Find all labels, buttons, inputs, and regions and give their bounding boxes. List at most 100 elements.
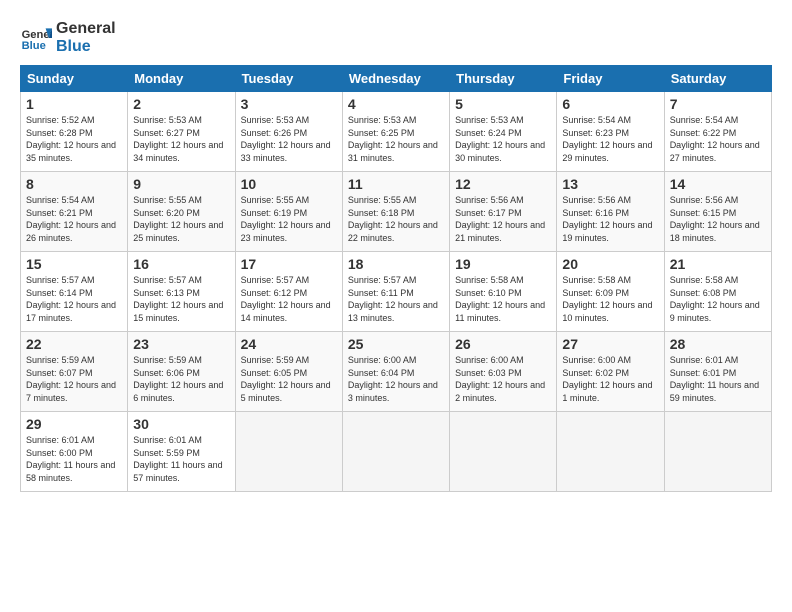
day-info: Sunrise: 6:00 AMSunset: 6:03 PMDaylight:… (455, 354, 551, 404)
day-info: Sunrise: 5:57 AMSunset: 6:11 PMDaylight:… (348, 274, 444, 324)
day-number: 10 (241, 176, 337, 192)
day-info: Sunrise: 6:01 AMSunset: 5:59 PMDaylight:… (133, 434, 229, 484)
day-number: 22 (26, 336, 122, 352)
day-number: 11 (348, 176, 444, 192)
calendar-week-4: 22 Sunrise: 5:59 AMSunset: 6:07 PMDayligh… (21, 332, 772, 412)
calendar-cell: 30 Sunrise: 6:01 AMSunset: 5:59 PMDayligh… (128, 412, 235, 492)
day-info: Sunrise: 5:58 AMSunset: 6:08 PMDaylight:… (670, 274, 766, 324)
day-info: Sunrise: 6:00 AMSunset: 6:02 PMDaylight:… (562, 354, 658, 404)
weekday-header-wednesday: Wednesday (342, 66, 449, 92)
day-number: 30 (133, 416, 229, 432)
calendar-cell: 25 Sunrise: 6:00 AMSunset: 6:04 PMDayligh… (342, 332, 449, 412)
day-number: 18 (348, 256, 444, 272)
calendar-cell (342, 412, 449, 492)
day-info: Sunrise: 5:57 AMSunset: 6:14 PMDaylight:… (26, 274, 122, 324)
calendar-cell: 24 Sunrise: 5:59 AMSunset: 6:05 PMDayligh… (235, 332, 342, 412)
weekday-header-friday: Friday (557, 66, 664, 92)
day-info: Sunrise: 5:56 AMSunset: 6:16 PMDaylight:… (562, 194, 658, 244)
day-number: 14 (670, 176, 766, 192)
calendar-cell: 2 Sunrise: 5:53 AMSunset: 6:27 PMDaylight… (128, 92, 235, 172)
day-number: 24 (241, 336, 337, 352)
day-info: Sunrise: 5:59 AMSunset: 6:06 PMDaylight:… (133, 354, 229, 404)
day-info: Sunrise: 5:52 AMSunset: 6:28 PMDaylight:… (26, 114, 122, 164)
calendar-cell: 11 Sunrise: 5:55 AMSunset: 6:18 PMDayligh… (342, 172, 449, 252)
day-info: Sunrise: 5:57 AMSunset: 6:12 PMDaylight:… (241, 274, 337, 324)
day-number: 17 (241, 256, 337, 272)
calendar-cell: 26 Sunrise: 6:00 AMSunset: 6:03 PMDayligh… (450, 332, 557, 412)
day-info: Sunrise: 5:59 AMSunset: 6:05 PMDaylight:… (241, 354, 337, 404)
calendar-cell: 18 Sunrise: 5:57 AMSunset: 6:11 PMDayligh… (342, 252, 449, 332)
calendar-cell: 1 Sunrise: 5:52 AMSunset: 6:28 PMDaylight… (21, 92, 128, 172)
day-number: 26 (455, 336, 551, 352)
day-info: Sunrise: 5:55 AMSunset: 6:20 PMDaylight:… (133, 194, 229, 244)
calendar-cell: 19Sunrise: 5:58 AMSunset: 6:10 PMDayligh… (450, 252, 557, 332)
calendar-cell: 20 Sunrise: 5:58 AMSunset: 6:09 PMDayligh… (557, 252, 664, 332)
day-info: Sunrise: 5:55 AMSunset: 6:18 PMDaylight:… (348, 194, 444, 244)
day-number: 19 (455, 256, 551, 272)
header: General Blue General Blue (20, 20, 772, 55)
page-container: General Blue General Blue SundayMondayTu… (0, 0, 792, 502)
calendar-cell: 15 Sunrise: 5:57 AMSunset: 6:14 PMDayligh… (21, 252, 128, 332)
calendar-week-2: 8Sunrise: 5:54 AMSunset: 6:21 PMDaylight… (21, 172, 772, 252)
calendar-cell: 23Sunrise: 5:59 AMSunset: 6:06 PMDayligh… (128, 332, 235, 412)
calendar-cell (664, 412, 771, 492)
day-number: 2 (133, 96, 229, 112)
calendar-cell: 12 Sunrise: 5:56 AMSunset: 6:17 PMDayligh… (450, 172, 557, 252)
calendar-cell: 4Sunrise: 5:53 AMSunset: 6:25 PMDaylight… (342, 92, 449, 172)
day-number: 20 (562, 256, 658, 272)
calendar-cell: 28Sunrise: 6:01 AMSunset: 6:01 PMDayligh… (664, 332, 771, 412)
day-info: Sunrise: 5:55 AMSunset: 6:19 PMDaylight:… (241, 194, 337, 244)
day-number: 27 (562, 336, 658, 352)
calendar-cell: 29Sunrise: 6:01 AMSunset: 6:00 PMDayligh… (21, 412, 128, 492)
day-info: Sunrise: 5:54 AMSunset: 6:22 PMDaylight:… (670, 114, 766, 164)
calendar-cell: 6Sunrise: 5:54 AMSunset: 6:23 PMDaylight… (557, 92, 664, 172)
day-info: Sunrise: 5:53 AMSunset: 6:26 PMDaylight:… (241, 114, 337, 164)
weekday-header-monday: Monday (128, 66, 235, 92)
day-number: 5 (455, 96, 551, 112)
calendar-cell: 9 Sunrise: 5:55 AMSunset: 6:20 PMDaylight… (128, 172, 235, 252)
calendar-cell (557, 412, 664, 492)
calendar-cell (450, 412, 557, 492)
weekday-header-sunday: Sunday (21, 66, 128, 92)
day-number: 3 (241, 96, 337, 112)
calendar-cell: 16Sunrise: 5:57 AMSunset: 6:13 PMDayligh… (128, 252, 235, 332)
day-info: Sunrise: 5:58 AMSunset: 6:09 PMDaylight:… (562, 274, 658, 324)
day-number: 7 (670, 96, 766, 112)
calendar-cell: 17 Sunrise: 5:57 AMSunset: 6:12 PMDayligh… (235, 252, 342, 332)
calendar-cell (235, 412, 342, 492)
day-number: 1 (26, 96, 122, 112)
day-number: 15 (26, 256, 122, 272)
day-info: Sunrise: 5:56 AMSunset: 6:17 PMDaylight:… (455, 194, 551, 244)
day-info: Sunrise: 5:56 AMSunset: 6:15 PMDaylight:… (670, 194, 766, 244)
day-number: 9 (133, 176, 229, 192)
logo-text-general: General (56, 20, 116, 38)
day-number: 12 (455, 176, 551, 192)
calendar-cell: 22 Sunrise: 5:59 AMSunset: 6:07 PMDayligh… (21, 332, 128, 412)
day-number: 25 (348, 336, 444, 352)
calendar-header-row: SundayMondayTuesdayWednesdayThursdayFrid… (21, 66, 772, 92)
calendar-cell: 5 Sunrise: 5:53 AMSunset: 6:24 PMDaylight… (450, 92, 557, 172)
day-number: 21 (670, 256, 766, 272)
day-info: Sunrise: 5:53 AMSunset: 6:27 PMDaylight:… (133, 114, 229, 164)
weekday-header-tuesday: Tuesday (235, 66, 342, 92)
day-info: Sunrise: 5:53 AMSunset: 6:24 PMDaylight:… (455, 114, 551, 164)
logo-text-blue: Blue (56, 38, 116, 56)
svg-text:Blue: Blue (22, 40, 46, 52)
day-info: Sunrise: 5:59 AMSunset: 6:07 PMDaylight:… (26, 354, 122, 404)
day-info: Sunrise: 5:54 AMSunset: 6:21 PMDaylight:… (26, 194, 122, 244)
calendar-cell: 10 Sunrise: 5:55 AMSunset: 6:19 PMDayligh… (235, 172, 342, 252)
calendar-week-3: 15 Sunrise: 5:57 AMSunset: 6:14 PMDayligh… (21, 252, 772, 332)
day-number: 6 (562, 96, 658, 112)
calendar-week-5: 29Sunrise: 6:01 AMSunset: 6:00 PMDayligh… (21, 412, 772, 492)
day-number: 28 (670, 336, 766, 352)
calendar-cell: 3 Sunrise: 5:53 AMSunset: 6:26 PMDaylight… (235, 92, 342, 172)
calendar-week-1: 1 Sunrise: 5:52 AMSunset: 6:28 PMDaylight… (21, 92, 772, 172)
weekday-header-thursday: Thursday (450, 66, 557, 92)
weekday-header-saturday: Saturday (664, 66, 771, 92)
calendar-cell: 27 Sunrise: 6:00 AMSunset: 6:02 PMDayligh… (557, 332, 664, 412)
day-info: Sunrise: 6:00 AMSunset: 6:04 PMDaylight:… (348, 354, 444, 404)
logo: General Blue General Blue (20, 20, 116, 55)
day-number: 13 (562, 176, 658, 192)
calendar-cell: 7 Sunrise: 5:54 AMSunset: 6:22 PMDaylight… (664, 92, 771, 172)
calendar-body: 1 Sunrise: 5:52 AMSunset: 6:28 PMDaylight… (21, 92, 772, 492)
